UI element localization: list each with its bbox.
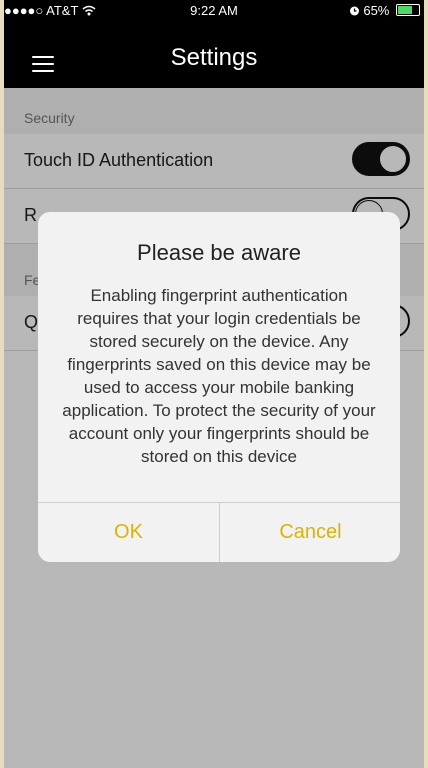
dialog-message: Enabling fingerprint authentication requ… xyxy=(62,286,376,466)
cancel-button[interactable]: Cancel xyxy=(220,503,400,562)
page-title: Settings xyxy=(170,44,258,71)
status-bar: ●●●●○ AT&T 9:22 AM 65% xyxy=(4,0,424,20)
alert-dialog: Please be aware Enabling fingerprint aut… xyxy=(38,212,400,562)
alarm-icon xyxy=(349,3,364,18)
ok-button[interactable]: OK xyxy=(38,503,219,562)
nav-bar: Settings xyxy=(4,20,424,88)
battery-icon xyxy=(396,4,420,16)
phone-screen: ●●●●○ AT&T 9:22 AM 65% Settings Security… xyxy=(4,0,424,768)
dialog-title: Please be aware xyxy=(137,240,301,265)
status-right: 65% xyxy=(349,3,420,18)
battery-percent: 65% xyxy=(363,3,390,18)
